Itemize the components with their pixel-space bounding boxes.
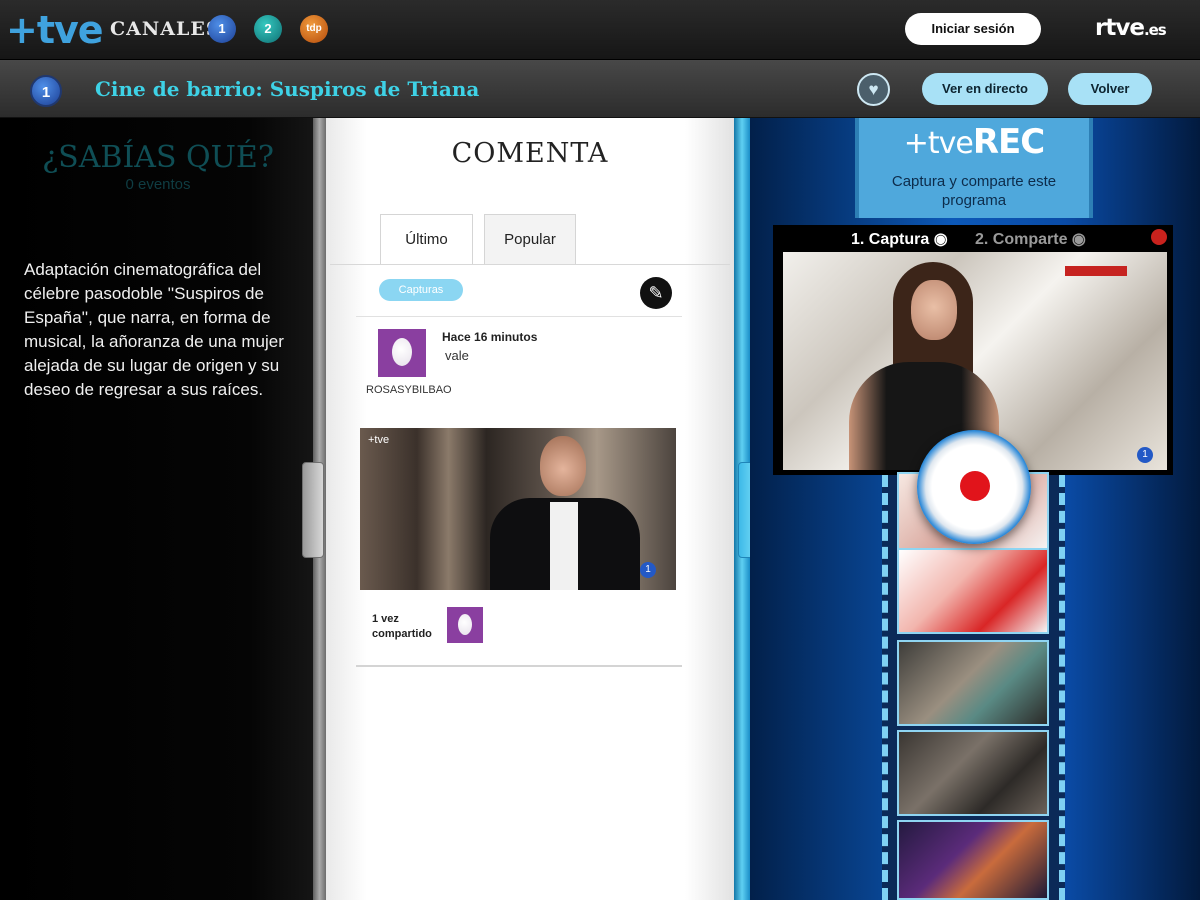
step-share-label: 2. Comparte <box>975 231 1068 248</box>
avatar[interactable] <box>378 329 426 377</box>
capture-channel-badge: 1 <box>640 562 656 578</box>
capture-tve-logo: +tve <box>368 434 390 446</box>
canales-label: CANALES <box>110 18 221 40</box>
divider <box>356 316 682 317</box>
rtve-logo[interactable]: rtve.es <box>1095 15 1167 41</box>
record-icon <box>960 471 990 501</box>
step-share[interactable]: 2. Comparte ◉ <box>975 229 1086 249</box>
login-button[interactable]: Iniciar sesión <box>905 13 1041 45</box>
did-you-know-heading: ¿SABÍAS QUÉ? <box>42 140 274 175</box>
set-red-sign <box>1065 266 1127 276</box>
info-panel <box>0 118 313 900</box>
program-channel-badge: 1 <box>30 75 62 107</box>
singer-head <box>540 436 586 496</box>
captures-filter-button[interactable]: Capturas <box>379 279 463 301</box>
presenter-face <box>911 280 957 340</box>
live-channel-badge: 1 <box>1137 447 1153 463</box>
egg-icon <box>392 338 412 366</box>
step-capture-label: 1. Captura <box>851 231 930 248</box>
comment-capture-image[interactable]: +tve 1 <box>360 428 676 590</box>
brand-name: rtve <box>1095 15 1145 41</box>
tab-latest[interactable]: Último <box>380 214 473 264</box>
channel-2-button[interactable]: 2 <box>254 15 282 43</box>
brand-suffix: .es <box>1143 21 1167 39</box>
capture-thumbnail[interactable] <box>897 730 1049 816</box>
circle-arrow-icon: ◉ <box>933 231 948 248</box>
back-button[interactable]: Volver <box>1068 73 1152 105</box>
rec-title-plus: +tve <box>903 126 974 161</box>
egg-icon <box>458 614 472 635</box>
step-capture[interactable]: 1. Captura ◉ <box>851 229 948 249</box>
singer-shirt <box>550 502 578 590</box>
rec-subtitle: Captura y comparte este programa <box>891 173 1057 209</box>
circle-arrow-icon: ◉ <box>1071 231 1086 248</box>
pencil-icon[interactable]: ✎ <box>640 277 672 309</box>
rec-title: +tveREC <box>855 122 1093 162</box>
shared-count: 1 vez compartido <box>372 613 432 640</box>
divider <box>356 665 682 667</box>
comment-username[interactable]: ROSASYBILBAO <box>366 383 452 398</box>
capture-thumbnail[interactable] <box>897 548 1049 634</box>
program-description: Adaptación cinematográfica del célebre p… <box>24 260 284 399</box>
capture-steps-bar <box>773 225 1173 250</box>
recording-indicator-icon <box>1151 229 1167 245</box>
heart-icon[interactable]: ♥ <box>857 73 890 106</box>
capture-thumbnail[interactable] <box>897 640 1049 726</box>
comment-time: Hace 16 minutos <box>442 330 538 344</box>
channel-1-button[interactable]: 1 <box>208 15 236 43</box>
record-button[interactable] <box>917 430 1031 544</box>
rec-title-rec: REC <box>972 122 1045 162</box>
watch-live-button[interactable]: Ver en directo <box>922 73 1048 105</box>
tve-logo[interactable]: +tve <box>6 8 104 52</box>
events-count: 0 eventos <box>125 176 191 193</box>
shared-avatar[interactable] <box>447 607 483 643</box>
tab-popular[interactable]: Popular <box>484 214 576 264</box>
left-drag-handle[interactable] <box>302 462 324 558</box>
channel-tdp-button[interactable]: tdp <box>300 15 328 43</box>
comment-text: vale <box>445 348 469 363</box>
capture-thumbnail[interactable] <box>897 820 1049 900</box>
program-title: Cine de barrio: Suspiros de Triana <box>95 77 480 101</box>
tab-underline <box>330 264 730 265</box>
comments-heading: COMENTA <box>451 138 609 169</box>
